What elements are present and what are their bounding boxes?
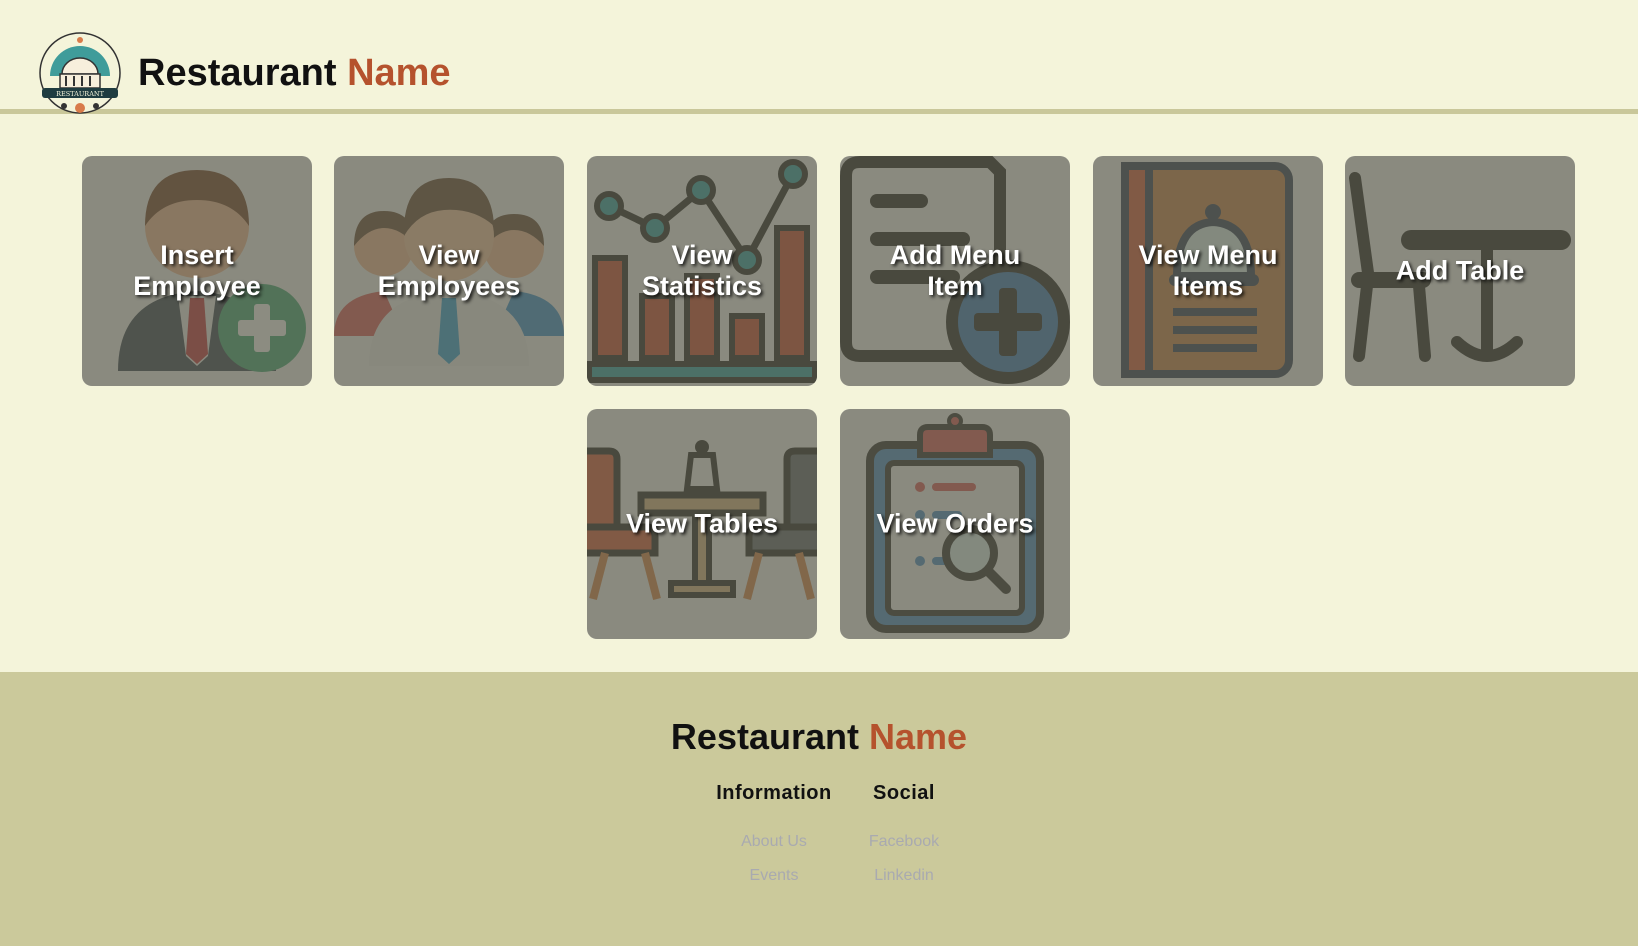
tile-label: Add Table xyxy=(1395,255,1525,286)
site-header: RESTAURANT Restaurant Name xyxy=(0,0,1638,114)
site-footer: Restaurant Name Information About Us Eve… xyxy=(0,672,1638,946)
linkedin-link[interactable]: Linkedin xyxy=(824,867,984,885)
tile-label: View Statistics xyxy=(641,240,763,301)
insert-employee-tile[interactable]: Insert Employee xyxy=(82,156,312,386)
tile-label: View Tables xyxy=(625,508,779,539)
brand-main: Restaurant xyxy=(138,52,337,94)
view-tables-tile[interactable]: View Tables xyxy=(587,409,817,639)
social-heading: Social xyxy=(873,782,935,804)
add-menu-item-tile[interactable]: Add Menu Item xyxy=(840,156,1070,386)
footer-title: Restaurant Name xyxy=(0,716,1638,758)
view-employees-tile[interactable]: View Employees xyxy=(334,156,564,386)
view-orders-tile[interactable]: View Orders xyxy=(840,409,1070,639)
tile-label: View Menu Items xyxy=(1138,240,1278,301)
social-column: Social Facebook Linkedin xyxy=(824,782,984,885)
footer-brand-main: Restaurant xyxy=(670,716,859,757)
logo-text: RESTAURANT xyxy=(56,90,105,98)
site-title[interactable]: Restaurant Name xyxy=(138,52,451,95)
footer-brand-accent: Name xyxy=(869,716,968,757)
tile-label: Add Menu Item xyxy=(889,240,1021,301)
view-menu-items-tile[interactable]: View Menu Items xyxy=(1093,156,1323,386)
tile-label: Insert Employee xyxy=(133,240,261,301)
view-statistics-tile[interactable]: View Statistics xyxy=(587,156,817,386)
brand-accent: Name xyxy=(347,52,451,94)
facebook-link[interactable]: Facebook xyxy=(824,833,984,851)
add-table-tile[interactable]: Add Table xyxy=(1345,156,1575,386)
restaurant-logo[interactable]: RESTAURANT xyxy=(36,28,124,118)
tile-label: View Employees xyxy=(377,240,521,301)
tile-label: View Orders xyxy=(876,508,1034,539)
